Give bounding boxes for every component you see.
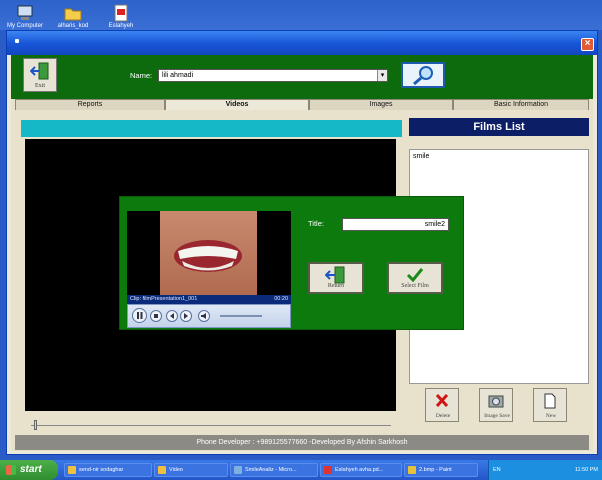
app-icon — [234, 466, 242, 474]
title-label: Title: — [308, 219, 324, 228]
close-button[interactable]: × — [581, 38, 594, 51]
image-save-button[interactable]: Image Save — [479, 388, 513, 422]
image-save-label: Image Save — [484, 413, 510, 419]
tab-images[interactable]: Images — [309, 99, 453, 110]
return-door-icon — [324, 266, 345, 284]
delete-button[interactable]: Delete — [425, 388, 459, 422]
app-icon — [15, 39, 19, 43]
folder-icon — [158, 466, 166, 474]
desktop-icon-label: My Computer — [6, 23, 43, 29]
next-button[interactable] — [180, 310, 192, 322]
pause-button[interactable] — [132, 308, 147, 323]
video-header-bar — [21, 120, 402, 137]
taskbar-item-label: send-nir sodaghar — [79, 467, 124, 473]
select-film-label: Select Film — [401, 283, 429, 289]
clip-time: 00:20 — [274, 296, 288, 302]
select-film-dialog: Clip: filmPresentation1_001 00:20 Title:… — [119, 196, 464, 330]
camera-icon — [488, 395, 504, 408]
desktop-icon-label: Eslahyeh — [108, 23, 134, 29]
clip-name: Clip: filmPresentation1_001 — [130, 296, 198, 302]
taskbar-item-label: Eslahyeh avha.pd... — [335, 467, 384, 473]
seek-handle[interactable] — [34, 420, 37, 430]
delete-x-icon — [435, 393, 449, 408]
tab-reports[interactable]: Reports — [15, 99, 165, 110]
volume-slider[interactable] — [220, 315, 262, 317]
desktop-icon-pdf[interactable]: Eslahyeh — [96, 4, 146, 29]
start-button[interactable]: start — [0, 460, 58, 480]
new-document-icon — [544, 393, 556, 409]
new-button[interactable]: New — [533, 388, 567, 422]
window-titlebar[interactable]: × — [7, 31, 597, 55]
pdf-icon — [114, 4, 128, 22]
tab-videos[interactable]: Videos — [165, 99, 309, 110]
paint-icon — [408, 466, 416, 474]
exit-label: Exit — [35, 83, 45, 89]
desktop-icon-my-computer[interactable]: My Computer — [0, 4, 50, 29]
name-combobox[interactable]: lili ahmadi ▾ — [158, 69, 388, 82]
checkmark-icon — [406, 268, 424, 283]
next-icon — [184, 313, 188, 319]
tab-basic-information[interactable]: Basic Information — [453, 99, 589, 110]
start-label: start — [20, 464, 42, 475]
mute-button[interactable] — [198, 310, 210, 322]
taskbar: start send-nir sodaghar Video SmileAnali… — [0, 460, 602, 480]
top-toolbar: Exit Name: lili ahmadi ▾ — [11, 55, 593, 99]
exit-button[interactable]: Exit — [23, 58, 57, 92]
taskbar-item[interactable]: SmileAnaliz - Micro... — [230, 463, 318, 477]
taskbar-item-label: Video — [169, 467, 183, 473]
seek-track — [31, 425, 391, 426]
stop-button[interactable] — [150, 310, 162, 322]
folder-icon — [64, 8, 82, 21]
taskbar-item[interactable]: Video — [154, 463, 228, 477]
folder-icon — [68, 466, 76, 474]
video-seek-slider[interactable] — [25, 419, 396, 431]
title-input[interactable]: smile2 — [342, 218, 449, 231]
pdf-icon — [324, 466, 332, 474]
computer-icon — [17, 5, 33, 20]
previous-button[interactable] — [166, 310, 178, 322]
desktop-icon-label: alharis_kod — [57, 23, 89, 29]
delete-label: Delete — [435, 413, 451, 419]
search-button[interactable] — [401, 62, 445, 88]
system-tray: EN 11:50 PM — [488, 460, 602, 480]
clip-info-bar: Clip: filmPresentation1_001 00:20 — [127, 295, 291, 304]
name-value: lili ahmadi — [162, 72, 194, 79]
video-preview[interactable] — [127, 211, 291, 296]
taskbar-item[interactable]: Eslahyeh avha.pd... — [320, 463, 402, 477]
windows-logo-icon — [6, 465, 16, 475]
smile-thumbnail-image — [160, 211, 257, 296]
return-button[interactable]: Return — [308, 262, 364, 294]
desktop-icon-folder[interactable]: alharis_kod — [48, 4, 98, 29]
stop-icon — [154, 314, 158, 318]
name-label: Name: — [130, 71, 153, 80]
footer-credits: Phone Developer : +989125577660 -Develop… — [15, 435, 589, 450]
previous-icon — [170, 313, 174, 319]
taskbar-item[interactable]: send-nir sodaghar — [64, 463, 152, 477]
films-list-header: Films List — [409, 118, 589, 136]
taskbar-item-label: SmileAnaliz - Micro... — [245, 467, 297, 473]
return-label: Return — [327, 283, 345, 289]
language-indicator[interactable]: EN — [493, 460, 501, 480]
new-label: New — [545, 413, 557, 419]
exit-door-icon — [29, 62, 49, 80]
desktop-strip: My Computer alharis_kod Eslahyeh — [0, 0, 602, 30]
smile-illustration — [174, 240, 242, 272]
tab-strip: Reports Videos Images Basic Information — [15, 99, 589, 110]
magnifier-icon — [413, 66, 433, 86]
speaker-icon — [201, 313, 206, 319]
media-controls — [127, 304, 291, 328]
list-item[interactable]: smile — [413, 153, 429, 160]
select-film-button[interactable]: Select Film — [387, 262, 443, 294]
clock: 11:50 PM — [574, 467, 598, 473]
taskbar-item-label: 2.bmp - Paint — [419, 467, 452, 473]
taskbar-item[interactable]: 2.bmp - Paint — [404, 463, 478, 477]
dropdown-arrow-icon[interactable]: ▾ — [377, 70, 387, 81]
pause-icon — [137, 312, 143, 319]
